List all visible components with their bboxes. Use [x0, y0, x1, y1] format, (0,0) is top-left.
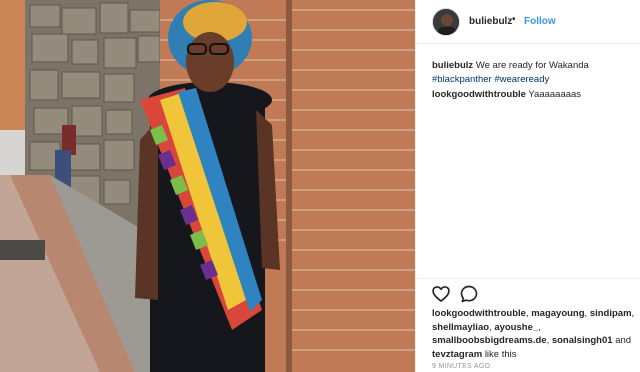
and-word: and: [615, 335, 632, 346]
separator-dot: •: [512, 14, 516, 25]
caption-text: We are ready for Wakanda: [475, 60, 589, 71]
liker-username[interactable]: magayoung: [531, 308, 584, 319]
liker-username[interactable]: lookgoodwithtrouble: [432, 308, 526, 319]
post-header: buliebulz • Follow: [416, 0, 640, 44]
comment-item: lookgoodwithtrouble Yaaaaaaaas: [432, 88, 632, 102]
likes-summary: lookgoodwithtrouble, magayoung, sindipam…: [432, 308, 635, 360]
post-timestamp[interactable]: 9 MINUTES AGO: [432, 363, 490, 370]
liker-username[interactable]: tevztagram: [432, 349, 482, 360]
avatar[interactable]: [432, 8, 460, 36]
post-photo[interactable]: [0, 0, 415, 372]
action-bar: [416, 278, 640, 308]
comment-text: Yaaaaaaaas: [528, 89, 582, 100]
liker-username[interactable]: sindipam: [590, 308, 632, 319]
post-photo-image: [0, 0, 415, 372]
comment-username[interactable]: lookgoodwithtrouble: [432, 89, 526, 100]
header-username[interactable]: buliebulz: [469, 16, 512, 27]
caption-username[interactable]: buliebulz: [432, 60, 473, 71]
liker-username[interactable]: ayoushe_: [494, 322, 538, 333]
post-sidebar: buliebulz • Follow buliebulz We are read…: [415, 0, 640, 372]
liker-username[interactable]: sonalsingh01: [552, 335, 613, 346]
liker-username[interactable]: smallboobsbigdreams.de: [432, 335, 547, 346]
hashtag-link[interactable]: #blackpanther: [432, 74, 492, 85]
caption: buliebulz We are ready for Wakanda #blac…: [432, 59, 632, 87]
avatar-image: [433, 9, 459, 35]
likes-suffix: like this: [484, 348, 517, 360]
heart-icon[interactable]: [431, 284, 451, 304]
follow-button[interactable]: Follow: [524, 16, 556, 27]
hashtag-link[interactable]: #weareready: [494, 74, 549, 85]
liker-username[interactable]: shellmayliao: [432, 322, 489, 333]
comment-bubble-icon[interactable]: [459, 284, 479, 304]
